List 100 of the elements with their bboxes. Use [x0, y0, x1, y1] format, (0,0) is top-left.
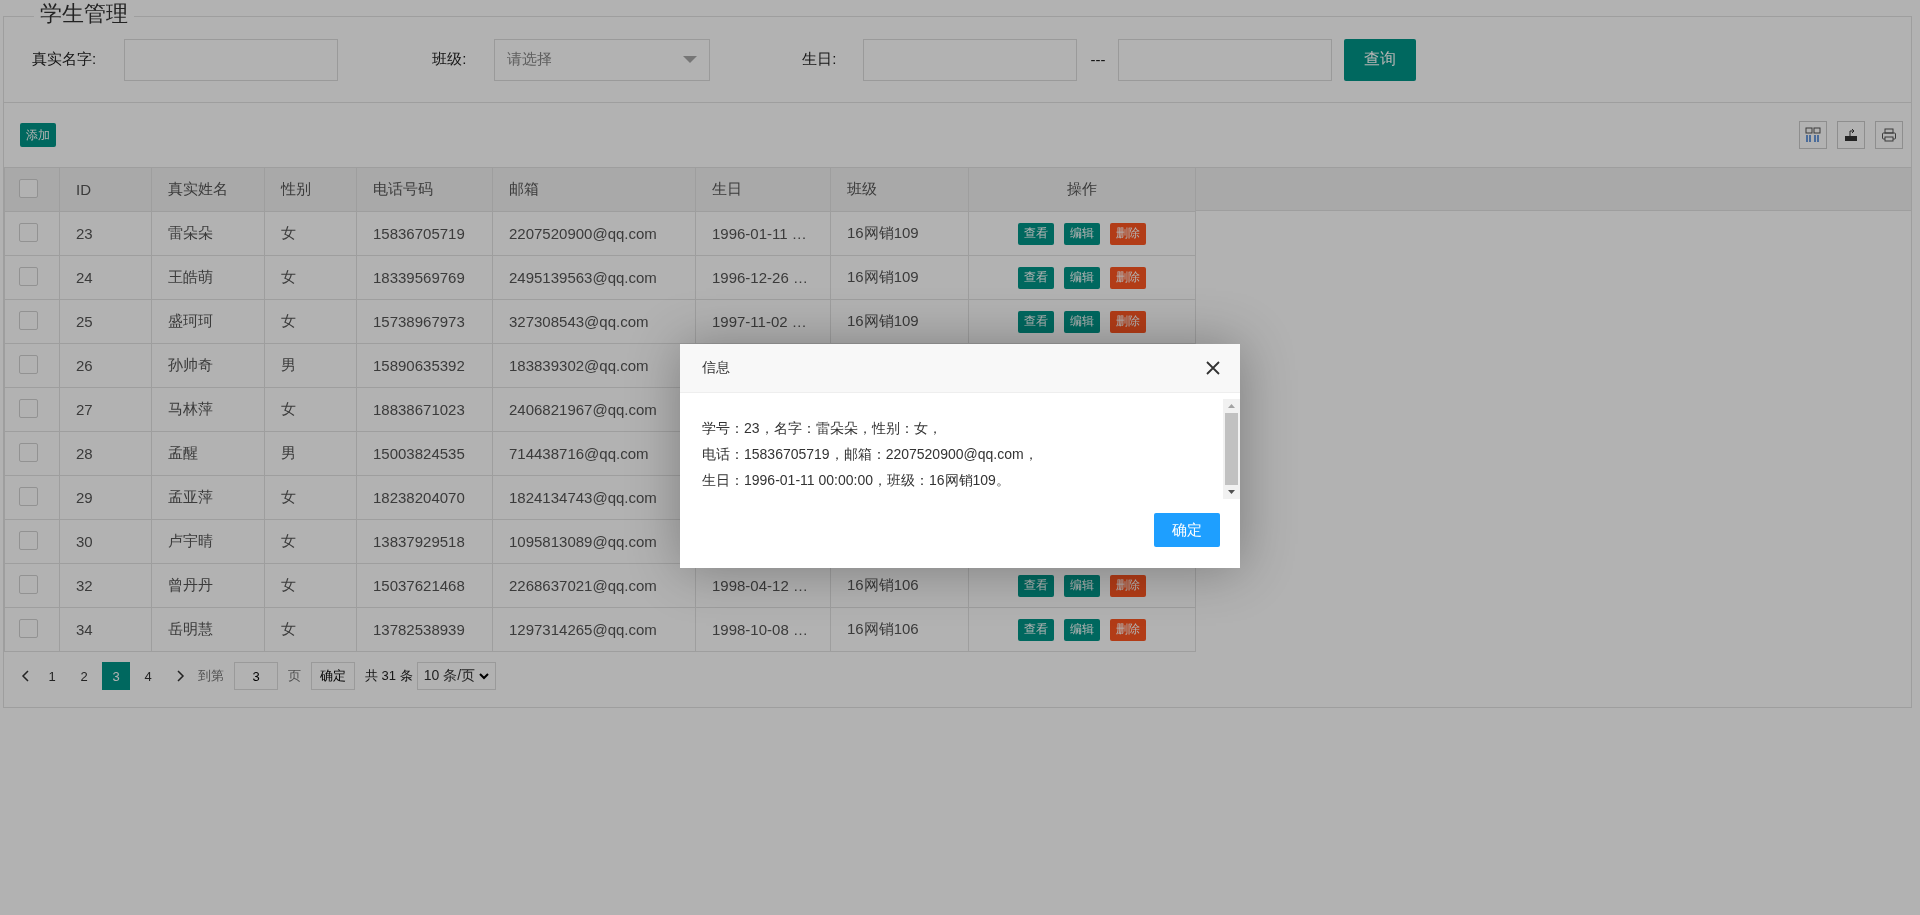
action-button[interactable]: 编辑	[1064, 574, 1100, 597]
table-cell: 岳明慧	[151, 607, 265, 652]
checkbox[interactable]	[19, 222, 38, 242]
page-link[interactable]: 4	[134, 662, 162, 690]
table-cell: 女	[264, 475, 357, 520]
table-cell: 2495139563@qq.com	[492, 255, 696, 300]
print-icon[interactable]	[1875, 121, 1903, 149]
column-header: 邮箱	[492, 167, 696, 212]
table-cell: 24	[59, 255, 152, 300]
table-cell: 30	[59, 519, 152, 564]
action-button[interactable]: 查看	[1018, 266, 1054, 289]
page-link[interactable]: 1	[38, 662, 66, 690]
action-button[interactable]: 查看	[1018, 618, 1054, 641]
action-button[interactable]: 编辑	[1064, 618, 1100, 641]
table-cell: 雷朵朵	[151, 211, 265, 256]
action-button[interactable]: 删除	[1110, 266, 1146, 289]
table-cell: 马林萍	[151, 387, 265, 432]
columns-icon[interactable]	[1799, 121, 1827, 149]
table-cell: 15738967973	[356, 299, 493, 344]
checkbox[interactable]	[19, 574, 38, 594]
table-cell: 1998-10-08 …	[695, 607, 831, 652]
table-cell: 1996-12-26 …	[695, 255, 831, 300]
action-button[interactable]: 编辑	[1064, 222, 1100, 245]
checkbox[interactable]	[19, 486, 38, 506]
column-header: 真实姓名	[151, 167, 265, 212]
column-header: ID	[59, 167, 152, 212]
column-header: 电话号码	[356, 167, 493, 212]
table-cell: 王皓萌	[151, 255, 265, 300]
action-button[interactable]: 编辑	[1064, 266, 1100, 289]
dialog-text: 电话：15836705719，邮箱：2207520900@qq.com，	[702, 445, 1039, 464]
page-size-select[interactable]: 10 条/页	[416, 662, 497, 690]
table-cell: 34	[59, 607, 152, 652]
table-cell: 女	[264, 299, 357, 344]
checkbox[interactable]	[19, 530, 38, 550]
input-field[interactable]	[124, 38, 339, 81]
table-cell: 13837929518	[356, 519, 493, 564]
field-label: 生日:	[802, 50, 837, 69]
caret-icon	[479, 672, 490, 680]
action-button[interactable]: 编辑	[1064, 310, 1100, 333]
table-cell: 盛珂珂	[151, 299, 265, 344]
page-link[interactable]: 2	[70, 662, 98, 690]
checkbox[interactable]	[19, 266, 38, 286]
table-cell: 327308543@qq.com	[492, 299, 696, 344]
table-cell: 26	[59, 343, 152, 388]
table-cell: 孟亚萍	[151, 475, 265, 520]
table-cell: 18238204070	[356, 475, 493, 520]
table-cell: 18838671023	[356, 387, 493, 432]
checkbox[interactable]	[19, 310, 38, 330]
table-cell: 23	[59, 211, 152, 256]
table-cell: 1996-01-11 …	[695, 211, 831, 256]
select-field[interactable]: 请选择	[494, 38, 711, 81]
table-cell: 卢宇晴	[151, 519, 265, 564]
page-input[interactable]: 3	[234, 662, 278, 690]
page-link[interactable]: 3	[102, 662, 130, 690]
action-button[interactable]: 删除	[1110, 618, 1146, 641]
table-cell: 16网销109	[830, 299, 969, 344]
dialog-text: 学号：23，名字：雷朵朵，性别：女，	[702, 419, 943, 438]
checkbox[interactable]	[19, 354, 38, 374]
export-icon[interactable]	[1837, 121, 1865, 149]
table-cell: 女	[264, 607, 357, 652]
table-cell: 女	[264, 387, 357, 432]
confirm-button[interactable]: 确定	[311, 662, 355, 690]
action-button[interactable]: 查看	[1018, 310, 1054, 333]
close-icon[interactable]	[1206, 361, 1220, 375]
table-cell: 2207520900@qq.com	[492, 211, 696, 256]
total-count: 共 31 条	[365, 667, 413, 685]
date-field[interactable]	[862, 38, 1077, 81]
checkbox[interactable]	[19, 618, 38, 638]
column-header: 班级	[830, 167, 969, 212]
table-cell: 16网销109	[830, 255, 969, 300]
action-button[interactable]: 删除	[1110, 310, 1146, 333]
page-label: 页	[288, 667, 301, 685]
range-separator: ---	[1090, 51, 1106, 68]
table-cell: 孟醒	[151, 431, 265, 476]
table-cell: 15836705719	[356, 211, 493, 256]
column-header: 性别	[264, 167, 357, 212]
table-cell: 1997-11-02 …	[695, 299, 831, 344]
search-button[interactable]: 查询	[1343, 38, 1416, 81]
checkbox[interactable]	[19, 442, 38, 462]
table-cell: 女	[264, 563, 357, 608]
goto-label: 到第	[198, 667, 224, 685]
scrollbar[interactable]	[1223, 399, 1240, 499]
date-field[interactable]	[1117, 38, 1332, 81]
dialog-text: 生日：1996-01-11 00:00:00，班级：16网销109。	[702, 471, 1011, 490]
action-button[interactable]: 删除	[1110, 222, 1146, 245]
table-cell: 曾丹丹	[151, 563, 265, 608]
add-button[interactable]: 添加	[20, 123, 56, 147]
action-button[interactable]: 删除	[1110, 574, 1146, 597]
table-cell: 25	[59, 299, 152, 344]
action-button[interactable]: 查看	[1018, 222, 1054, 245]
table-cell: 15003824535	[356, 431, 493, 476]
checkbox[interactable]	[19, 178, 38, 198]
table-cell: 32	[59, 563, 152, 608]
table-cell: 女	[264, 519, 357, 564]
checkbox[interactable]	[19, 398, 38, 418]
table-cell: 15890635392	[356, 343, 493, 388]
ok-button[interactable]: 确定	[1154, 513, 1220, 547]
table-cell: 女	[264, 255, 357, 300]
table-cell: 1297314265@qq.com	[492, 607, 696, 652]
action-button[interactable]: 查看	[1018, 574, 1054, 597]
